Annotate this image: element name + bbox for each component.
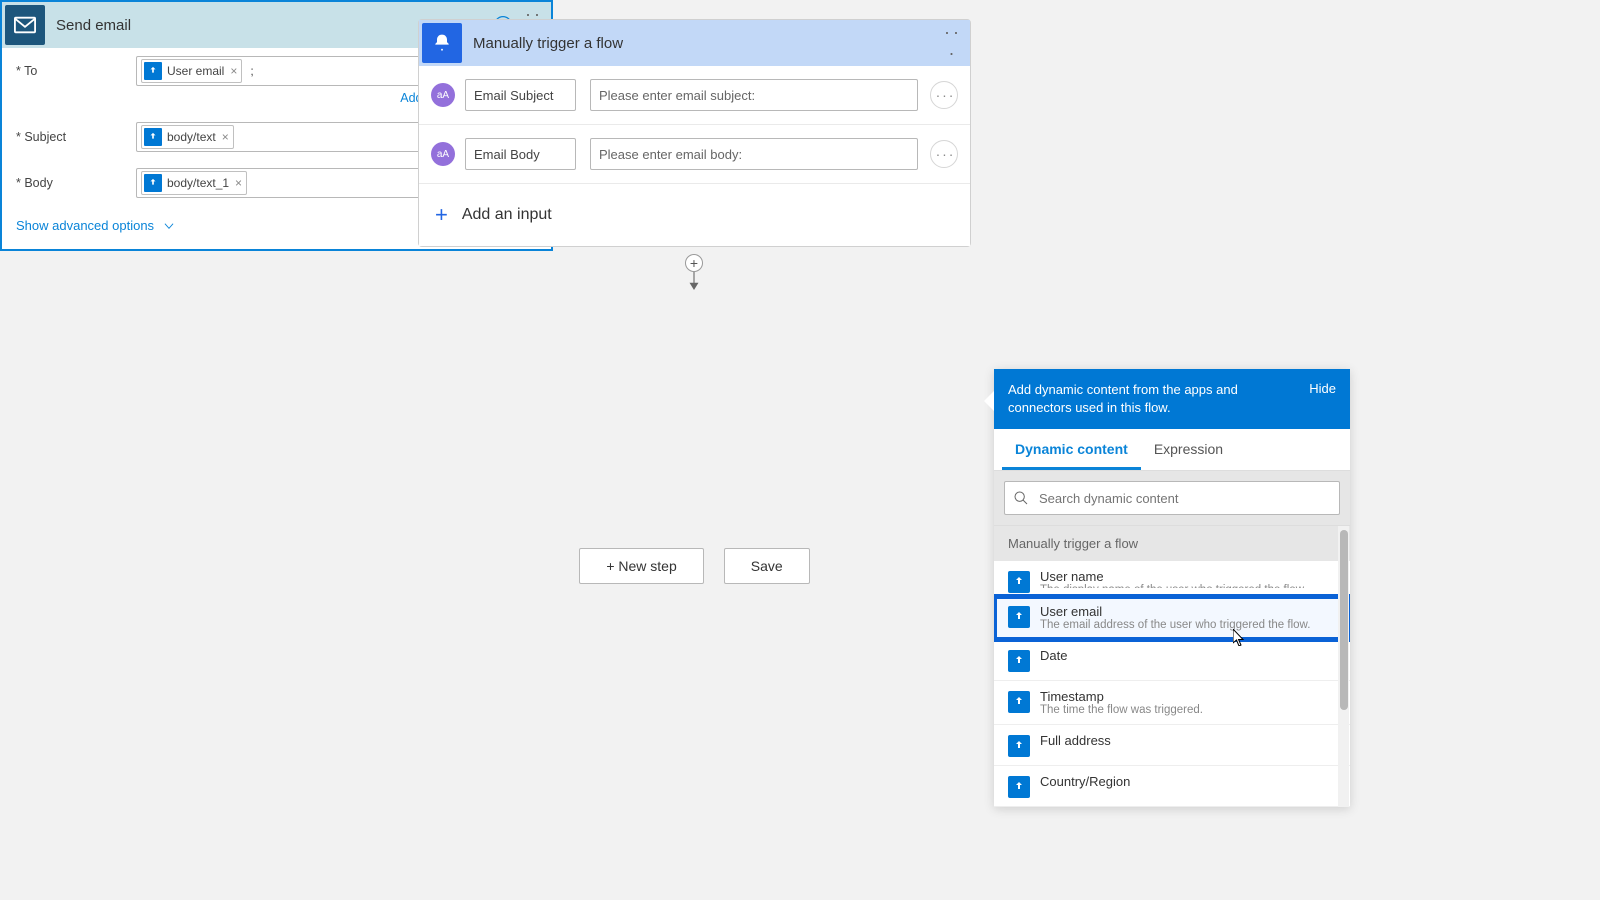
dc-item-date[interactable]: Date [994,640,1350,681]
token-remove-icon[interactable]: × [230,64,237,78]
flow-token-icon [1008,735,1030,757]
flow-token-icon [144,174,162,192]
flow-token-icon [1008,571,1030,593]
dc-item-full-address[interactable]: Full address [994,725,1350,766]
connector-arrow[interactable]: + [686,254,702,290]
dc-scrollbar[interactable] [1338,526,1349,807]
dc-panel-header: Add dynamic content from the apps and co… [994,369,1350,429]
token-body-text[interactable]: body/text × [141,125,234,149]
flow-token-icon [144,62,162,80]
input-name-field[interactable]: Email Subject [465,79,576,111]
save-button[interactable]: Save [724,548,810,584]
search-icon [1013,490,1029,506]
trigger-icon [422,23,462,63]
dc-search-box[interactable] [1004,481,1340,515]
flow-token-icon [144,128,162,146]
dc-tabs: Dynamic content Expression [994,429,1350,471]
dc-search-input[interactable] [1037,490,1331,507]
field-label: Body [16,168,136,190]
dc-item-user-email[interactable]: User email The email address of the user… [994,596,1350,640]
token-remove-icon[interactable]: × [222,130,229,144]
trigger-card: Manually trigger a flow · · · aA Email S… [418,19,971,247]
input-prompt-field[interactable]: Please enter email body: [590,138,918,170]
bottom-button-row: + New step Save [418,548,971,584]
field-label: Subject [16,122,136,144]
tab-dynamic-content[interactable]: Dynamic content [1002,429,1141,470]
token-body-text-1[interactable]: body/text_1 × [141,171,247,195]
input-row-more-button[interactable]: · · · [930,81,958,109]
input-prompt-field[interactable]: Please enter email subject: [590,79,918,111]
trigger-title: Manually trigger a flow [465,35,944,52]
text-type-icon: aA [431,142,455,166]
field-label: To [16,56,136,78]
dc-item-country-region[interactable]: Country/Region [994,766,1350,807]
dc-item-list: User name The display name of the user w… [994,561,1350,807]
text-type-icon: aA [431,83,455,107]
token-user-email[interactable]: User email × [141,59,242,83]
input-name-field[interactable]: Email Body [465,138,576,170]
trigger-input-row: aA Email Body Please enter email body: ·… [419,125,970,184]
dynamic-content-panel: Add dynamic content from the apps and co… [994,369,1350,807]
add-step-circle-icon[interactable]: + [685,254,703,272]
plus-icon: + [435,202,448,228]
flow-token-icon [1008,650,1030,672]
dc-scrollbar-thumb[interactable] [1340,530,1348,710]
dc-item-timestamp[interactable]: Timestamp The time the flow was triggere… [994,681,1350,725]
flow-token-icon [1008,691,1030,713]
new-step-button[interactable]: + New step [579,548,703,584]
hide-panel-button[interactable]: Hide [1299,381,1336,396]
panel-beak-icon [984,391,994,411]
flow-token-icon [1008,776,1030,798]
tab-expression[interactable]: Expression [1141,429,1236,470]
token-remove-icon[interactable]: × [235,176,242,190]
add-input-label: Add an input [462,206,552,224]
dc-item-user-name[interactable]: User name The display name of the user w… [994,561,1350,596]
trigger-header[interactable]: Manually trigger a flow · · · [419,20,970,66]
dc-group-label: Manually trigger a flow [994,526,1350,561]
add-input-button[interactable]: + Add an input [419,184,970,246]
mail-icon [5,5,45,45]
trigger-input-row: aA Email Subject Please enter email subj… [419,66,970,125]
input-row-more-button[interactable]: · · · [930,140,958,168]
trigger-more-button[interactable]: · · · [944,22,970,64]
flow-token-icon [1008,606,1030,628]
